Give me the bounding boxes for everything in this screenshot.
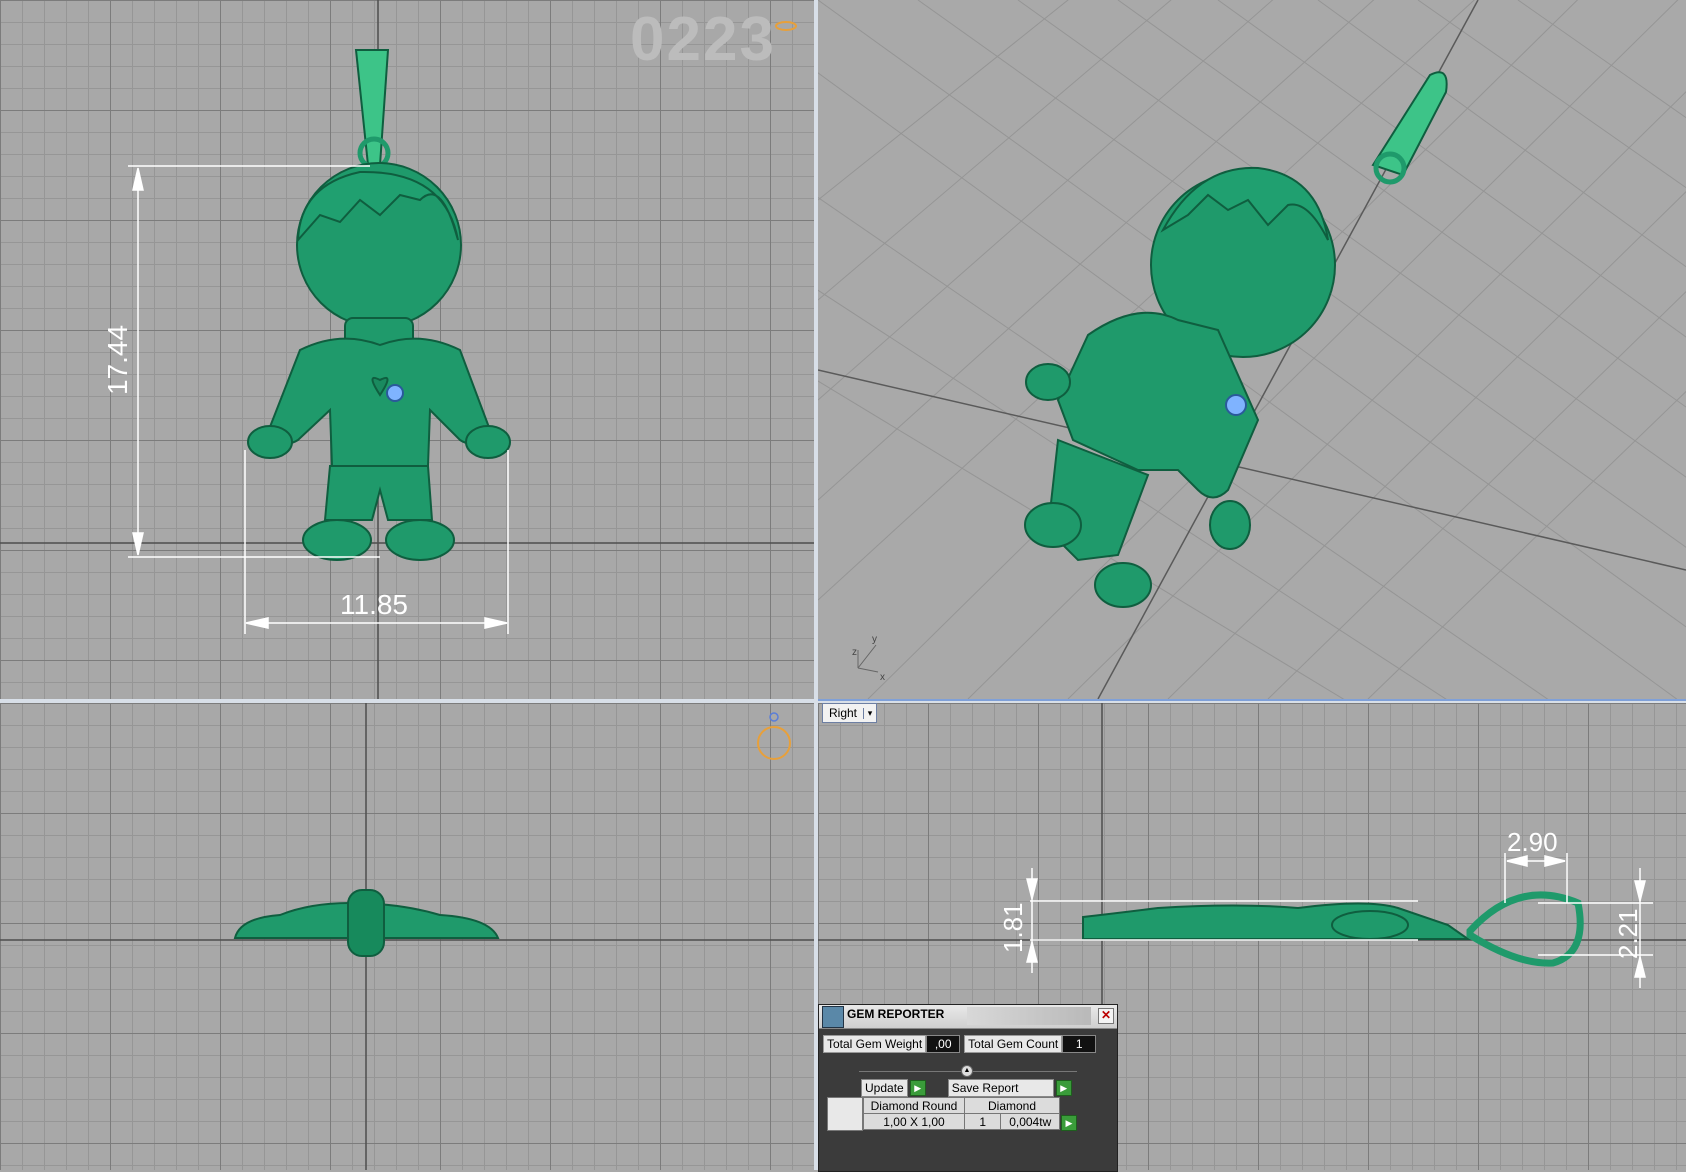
update-button[interactable]: Update [861, 1079, 908, 1097]
dim-height: 17.44 [102, 324, 133, 395]
close-icon[interactable]: ✕ [1098, 1008, 1114, 1024]
dim-width: 11.85 [340, 589, 408, 620]
gem-thumbnail-icon[interactable] [827, 1097, 863, 1131]
gem-reporter-icon [822, 1005, 844, 1028]
viewport-divider-vertical[interactable] [814, 0, 818, 1170]
watermark: 0223 [630, 5, 776, 74]
gem-name-cell: Diamond Round [863, 1097, 965, 1114]
total-gem-count-value: 1 [1062, 1035, 1097, 1053]
svg-text:y: y [872, 634, 877, 645]
active-viewport-highlight [818, 699, 1686, 701]
viewport-perspective[interactable]: y z x [818, 0, 1686, 699]
play-icon[interactable]: ▶ [1061, 1115, 1077, 1131]
gem-reporter-title: GEM REPORTER [847, 1007, 945, 1021]
dim-2-90: 2.90 [1507, 827, 1558, 857]
gem-qty-cell: 1 [963, 1113, 1002, 1130]
gem-type-cell: Diamond [964, 1097, 1060, 1114]
gem-reporter-titlebar[interactable]: GEM REPORTER ✕ [819, 1005, 1117, 1029]
top-view-canvas [0, 703, 814, 1170]
play-icon[interactable]: ▶ [1055, 1080, 1072, 1096]
viewport-front[interactable]: 0223 17.44 11.85 [0, 0, 814, 699]
ring-gizmo [757, 726, 791, 760]
dim-1-81: 1.81 [998, 902, 1028, 953]
svg-text:z: z [852, 647, 857, 658]
play-icon[interactable]: ▶ [909, 1080, 926, 1096]
orange-gizmo [775, 21, 797, 31]
dim-2-21: 2.21 [1613, 908, 1643, 959]
perspective-canvas: y z x [818, 0, 1686, 699]
save-report-button[interactable]: Save Report [947, 1079, 1054, 1097]
total-gem-count-label: Total Gem Count [964, 1035, 1063, 1053]
gem-reporter-panel[interactable]: GEM REPORTER ✕ Total Gem Weight ,00 Tota… [818, 1004, 1118, 1172]
view-label-text: Right [829, 706, 858, 720]
chevron-down-icon: ▾ [863, 707, 876, 719]
boy-pendant-top [233, 889, 500, 957]
collapse-knob[interactable]: ▲ [961, 1065, 973, 1077]
boy-pendant-front [247, 49, 511, 561]
svg-text:x: x [880, 672, 885, 683]
titlebar-drag-area [967, 1007, 1091, 1025]
boy-pendant-side [1082, 891, 1584, 967]
total-gem-weight-value: ,00 [926, 1035, 961, 1053]
gem-weight-cell: 0,004tw [1000, 1113, 1060, 1130]
total-gem-weight-label: Total Gem Weight [823, 1035, 927, 1053]
gem-size-cell: 1,00 X 1,00 [863, 1113, 965, 1130]
gem-table: Diamond Round Diamond 1,00 X 1,00 1 0,00… [863, 1097, 1060, 1130]
viewport-top[interactable] [0, 703, 814, 1170]
view-label-dropdown[interactable]: Right ▾ [822, 703, 878, 723]
